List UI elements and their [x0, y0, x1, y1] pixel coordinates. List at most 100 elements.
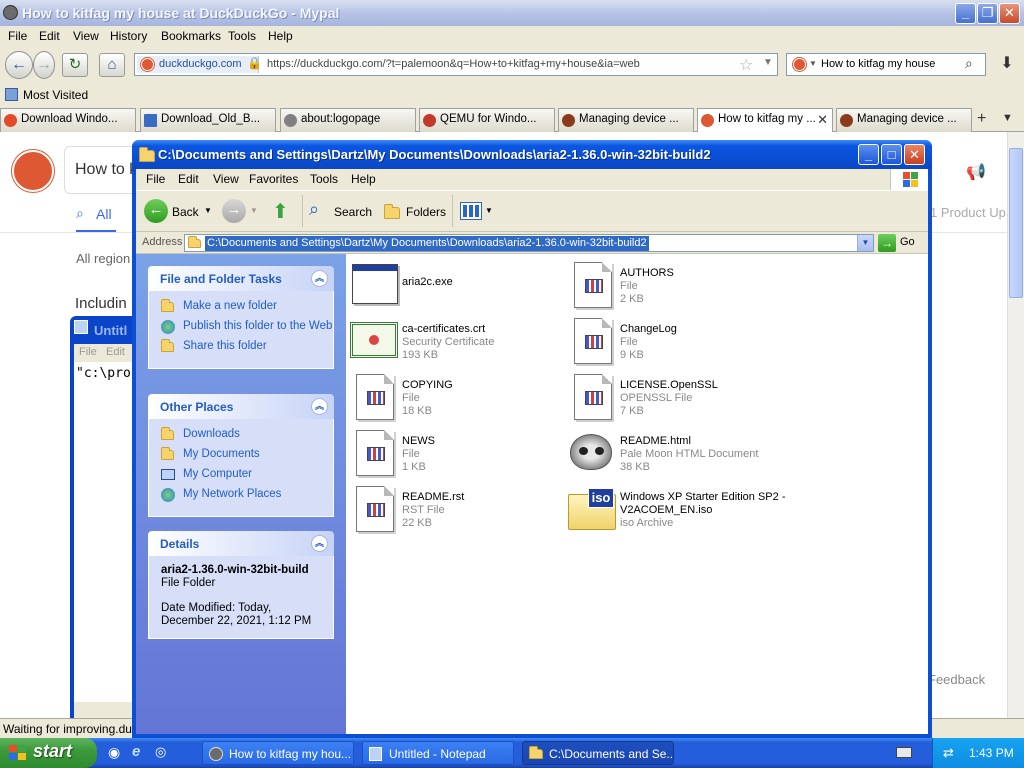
tab-how-to-kitfag[interactable]: How to kitfag my ... ✕ [697, 108, 833, 133]
search-input[interactable]: How to kitfag my house [821, 58, 935, 70]
browser-menu-help[interactable]: Help [268, 29, 293, 43]
file-item-changelog[interactable]: ChangeLog File 9 KB [568, 318, 788, 368]
browser-menu-file[interactable]: File [8, 29, 27, 43]
file-item-readme-rst[interactable]: README.rst RST File 22 KB [350, 486, 570, 536]
tab-download-windows[interactable]: Download Windo... [0, 108, 136, 132]
forward-dropdown-icon[interactable]: ▼ [250, 206, 258, 215]
tab-list-chevron-icon[interactable]: ▼ [1002, 112, 1013, 124]
file-item-license-openssl[interactable]: LICENSE.OpenSSL OPENSSL File 7 KB [568, 374, 788, 424]
notepad-window[interactable]: Untitl File Edit "c:\pro [70, 316, 140, 718]
file-item-readme-html[interactable]: README.html Pale Moon HTML Document 38 K… [568, 430, 788, 480]
taskbar-notepad-button[interactable]: Untitled - Notepad [362, 741, 514, 765]
address-text[interactable]: C:\Documents and Settings\Dartz\My Docum… [205, 236, 649, 251]
browser-menu-history[interactable]: History [110, 29, 147, 43]
download-arrow-icon[interactable]: ⬇ [994, 53, 1020, 76]
url-bar[interactable]: duckduckgo.com 🔒 https://duckduckgo.com/… [134, 53, 778, 76]
browser-minimize-button[interactable]: _ [955, 3, 976, 24]
publish-folder-link[interactable]: Publish this folder to the Web [161, 320, 333, 334]
tab-managing-device-1[interactable]: Managing device ... [558, 108, 694, 132]
back-dropdown-icon[interactable]: ▼ [204, 206, 212, 215]
feedback-button[interactable]: Feedback [928, 672, 985, 687]
explorer-menu-tools[interactable]: Tools [310, 172, 338, 186]
explorer-maximize-button[interactable]: □ [881, 144, 902, 165]
quick-launch-desktop-icon[interactable]: ◉ [108, 744, 120, 761]
browser-menu-tools[interactable]: Tools [228, 29, 256, 43]
file-item-windows-xp-iso[interactable]: iso Windows XP Starter Edition SP2 - V2A… [568, 486, 808, 536]
explorer-menu-edit[interactable]: Edit [178, 172, 199, 186]
network-tray-icon[interactable]: ⇄ [943, 745, 954, 761]
panel-header[interactable]: Other Places ︽ [148, 394, 334, 419]
collapse-chevron-icon[interactable]: ︽ [311, 535, 328, 552]
browser-menu-bookmarks[interactable]: Bookmarks [161, 29, 221, 43]
browser-restore-button[interactable]: ❐ [977, 3, 998, 24]
megaphone-icon[interactable]: 📢 [966, 162, 986, 182]
address-dropdown-icon[interactable]: ▼ [857, 235, 873, 251]
place-downloads-link[interactable]: Downloads [161, 427, 333, 441]
file-item-copying[interactable]: COPYING File 18 KB [350, 374, 570, 424]
share-folder-link[interactable]: Share this folder [161, 339, 333, 353]
explorer-menu-file[interactable]: File [146, 172, 165, 186]
folders-button[interactable]: Folders [406, 198, 446, 226]
url-text[interactable]: https://duckduckgo.com/?t=palemoon&q=How… [267, 58, 640, 70]
keyboard-icon[interactable] [896, 747, 912, 758]
place-my-network-link[interactable]: My Network Places [161, 488, 333, 502]
browser-title-bar[interactable]: How to kitfag my house at DuckDuckGo - M… [0, 0, 1024, 26]
url-dropdown-icon[interactable]: ▼ [763, 57, 773, 68]
folders-icon[interactable] [384, 204, 400, 219]
back-arrow-icon[interactable]: ← [5, 51, 33, 79]
product-updates-link[interactable]: 1 Product Up [930, 205, 1006, 220]
views-dropdown-icon[interactable]: ▼ [485, 206, 493, 215]
search-button[interactable]: Search [334, 198, 372, 226]
new-tab-plus-icon[interactable]: + [977, 110, 986, 128]
tab-close-icon[interactable]: ✕ [817, 112, 828, 128]
search-magnifier-icon[interactable]: ⌕ [965, 55, 973, 72]
explorer-title-bar[interactable]: C:\Documents and Settings\Dartz\My Docum… [132, 140, 932, 169]
panel-header[interactable]: Details ︽ [148, 531, 334, 556]
tab-managing-device-2[interactable]: Managing device ... [836, 108, 972, 132]
tab-about-logopage[interactable]: about:logopage [280, 108, 416, 132]
tab-download-old-browsers[interactable]: Download_Old_B... [140, 108, 276, 132]
explorer-close-button[interactable]: ✕ [904, 144, 925, 165]
notepad-scrollbar[interactable] [74, 702, 140, 718]
explorer-menu-favorites[interactable]: Favorites [249, 172, 298, 186]
bookmark-star-icon[interactable]: ☆ [739, 55, 753, 75]
site-identity-button[interactable]: duckduckgo.com [137, 56, 259, 73]
search-bar[interactable]: ▼ How to kitfag my house ⌕ [786, 53, 986, 76]
file-item-ca-certificates[interactable]: ca-certificates.crt Security Certificate… [350, 318, 570, 368]
explorer-minimize-button[interactable]: _ [858, 144, 879, 165]
explorer-menu-help[interactable]: Help [351, 172, 376, 186]
region-selector[interactable]: All region [76, 251, 130, 266]
start-button[interactable]: start [0, 738, 97, 768]
clock[interactable]: 1:43 PM [969, 746, 1014, 760]
tab-all-results[interactable]: All [96, 206, 112, 222]
back-arrow-icon[interactable]: ← [144, 199, 168, 223]
search-engine-icon[interactable] [793, 58, 806, 71]
place-my-documents-link[interactable]: My Documents [161, 447, 333, 461]
back-button[interactable]: Back [172, 198, 199, 226]
notepad-menu-edit[interactable]: Edit [106, 346, 125, 358]
taskbar-browser-button[interactable]: How to kitfag my hou... [202, 741, 354, 765]
forward-arrow-icon[interactable]: → [222, 199, 246, 223]
duckduckgo-logo-icon[interactable] [12, 150, 54, 192]
collapse-chevron-icon[interactable]: ︽ [311, 270, 328, 287]
search-engine-dropdown-icon[interactable]: ▼ [809, 59, 817, 68]
collapse-chevron-icon[interactable]: ︽ [311, 398, 328, 415]
notepad-text-area[interactable]: "c:\pro [74, 362, 140, 702]
reload-icon[interactable]: ↻ [62, 53, 88, 77]
page-scrollbar[interactable] [1007, 132, 1024, 718]
go-arrow-icon[interactable]: → [878, 234, 896, 252]
search-magnifier-icon[interactable]: ⌕ [309, 199, 319, 220]
browser-menu-view[interactable]: View [73, 29, 99, 43]
go-button[interactable]: Go [900, 236, 915, 248]
panel-header[interactable]: File and Folder Tasks ︽ [148, 266, 334, 291]
notepad-menu-file[interactable]: File [79, 346, 97, 358]
make-new-folder-link[interactable]: Make a new folder [161, 299, 333, 313]
file-item-aria2c-exe[interactable]: aria2c.exe [350, 262, 570, 312]
file-item-authors[interactable]: AUTHORS File 2 KB [568, 262, 788, 312]
browser-menu-edit[interactable]: Edit [39, 29, 60, 43]
place-my-computer-link[interactable]: My Computer [161, 468, 333, 481]
page-scrollbar-thumb[interactable] [1009, 148, 1023, 298]
views-icon[interactable] [460, 202, 482, 220]
address-input[interactable]: C:\Documents and Settings\Dartz\My Docum… [184, 234, 874, 252]
quick-launch-ie-icon[interactable]: e [132, 743, 140, 760]
